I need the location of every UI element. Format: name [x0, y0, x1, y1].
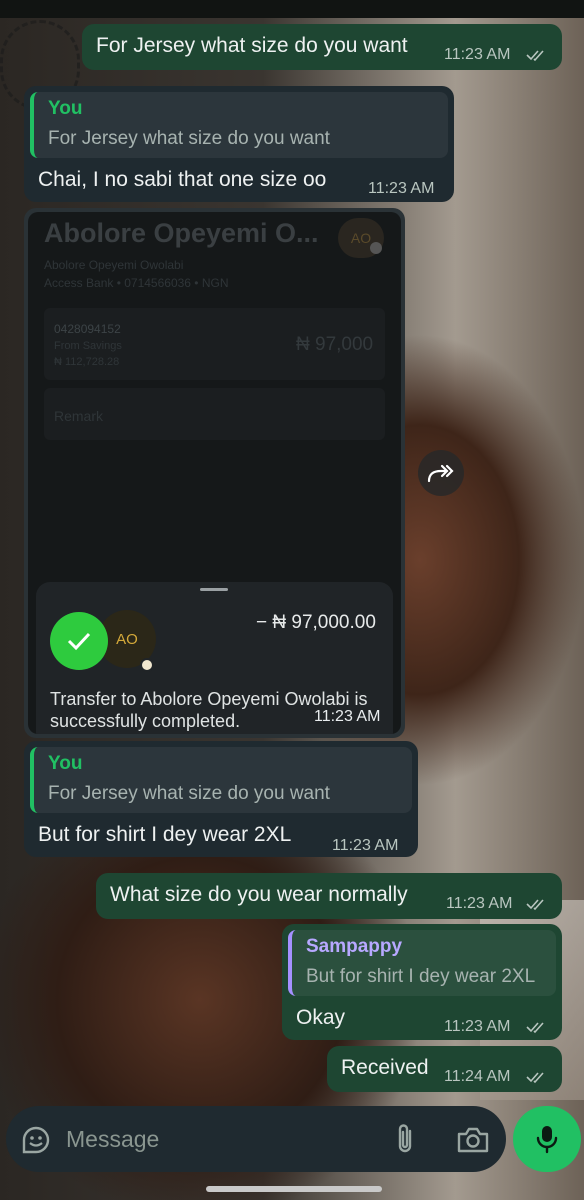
- sheet-handle: [200, 588, 228, 591]
- message-text: Okay: [296, 1006, 346, 1029]
- quoted-message[interactable]: Sampappy But for shirt I dey wear 2XL: [288, 930, 556, 996]
- message-text: What size do you wear normally: [110, 883, 408, 906]
- forward-icon: [427, 464, 454, 483]
- status-bar: [0, 0, 584, 18]
- recipient-full-name: Abolore Opeyemi Owolabi: [44, 258, 184, 272]
- double-check-icon: [526, 899, 544, 911]
- double-check-icon: [526, 50, 544, 62]
- message-outgoing[interactable]: Sampappy But for shirt I dey wear 2XL Ok…: [282, 924, 562, 1040]
- microphone-icon: [536, 1126, 558, 1154]
- message-time: 11:24 AM: [444, 1068, 511, 1085]
- payment-screenshot[interactable]: Abolore Opeyemi O... AO Abolore Opeyemi …: [28, 212, 401, 734]
- message-text: But for shirt I dey wear 2XL: [38, 823, 292, 846]
- message-time: 11:23 AM: [444, 1018, 511, 1035]
- quote-author: Sampappy: [306, 936, 403, 957]
- microphone-button[interactable]: [513, 1106, 581, 1172]
- sticker-icon[interactable]: [20, 1124, 52, 1156]
- double-check-icon: [526, 1072, 544, 1084]
- recipient-bank-details: Access Bank • 0714566036 • NGN: [44, 276, 229, 290]
- quote-text: But for shirt I dey wear 2XL: [306, 966, 536, 987]
- message-outgoing[interactable]: What size do you wear normally 11:23 AM: [96, 873, 562, 919]
- quote-text: For Jersey what size do you want: [48, 783, 330, 804]
- forward-button[interactable]: [418, 450, 464, 496]
- message-outgoing[interactable]: For Jersey what size do you want 11:23 A…: [82, 24, 562, 70]
- paperclip-icon[interactable]: [390, 1122, 420, 1156]
- double-check-icon: [526, 1022, 544, 1034]
- message-time: 11:23 AM: [368, 180, 435, 197]
- message-time: 11:23 AM: [314, 708, 381, 725]
- quoted-message[interactable]: You For Jersey what size do you want: [30, 747, 412, 813]
- message-incoming[interactable]: You For Jersey what size do you want Cha…: [24, 86, 454, 202]
- quote-text: For Jersey what size do you want: [48, 128, 330, 149]
- message-time: 11:23 AM: [444, 46, 511, 63]
- message-text: Chai, I no sabi that one size oo: [38, 168, 327, 191]
- message-outgoing[interactable]: Received 11:24 AM: [327, 1046, 562, 1092]
- check-icon: [50, 612, 108, 670]
- source-balance: ₦ 112,728.28: [54, 356, 120, 368]
- message-input[interactable]: [66, 1120, 366, 1158]
- recipient-name: Abolore Opeyemi O...: [44, 218, 319, 248]
- status-dot: [370, 242, 382, 254]
- message-composer: [6, 1106, 506, 1172]
- message-time: 11:23 AM: [446, 895, 513, 912]
- remark-label: Remark: [54, 408, 104, 424]
- message-text: Received: [341, 1056, 429, 1079]
- transfer-amount-dim: ₦ 97,000: [296, 334, 374, 355]
- message-time: 11:23 AM: [332, 837, 399, 854]
- image-message[interactable]: Abolore Opeyemi O... AO Abolore Opeyemi …: [24, 208, 405, 738]
- source-account: 0428094152: [54, 322, 121, 336]
- source-label: From Savings: [54, 340, 122, 352]
- camera-icon[interactable]: [456, 1124, 490, 1156]
- quote-author: You: [48, 753, 83, 774]
- message-incoming[interactable]: You For Jersey what size do you want But…: [24, 741, 418, 857]
- message-text: For Jersey what size do you want: [96, 34, 408, 57]
- quote-author: You: [48, 98, 83, 119]
- gesture-navigation-bar[interactable]: [206, 1186, 382, 1192]
- quoted-message[interactable]: You For Jersey what size do you want: [30, 92, 448, 158]
- bank-badge: [140, 658, 154, 672]
- transfer-amount: − ₦ 97,000.00: [256, 612, 376, 633]
